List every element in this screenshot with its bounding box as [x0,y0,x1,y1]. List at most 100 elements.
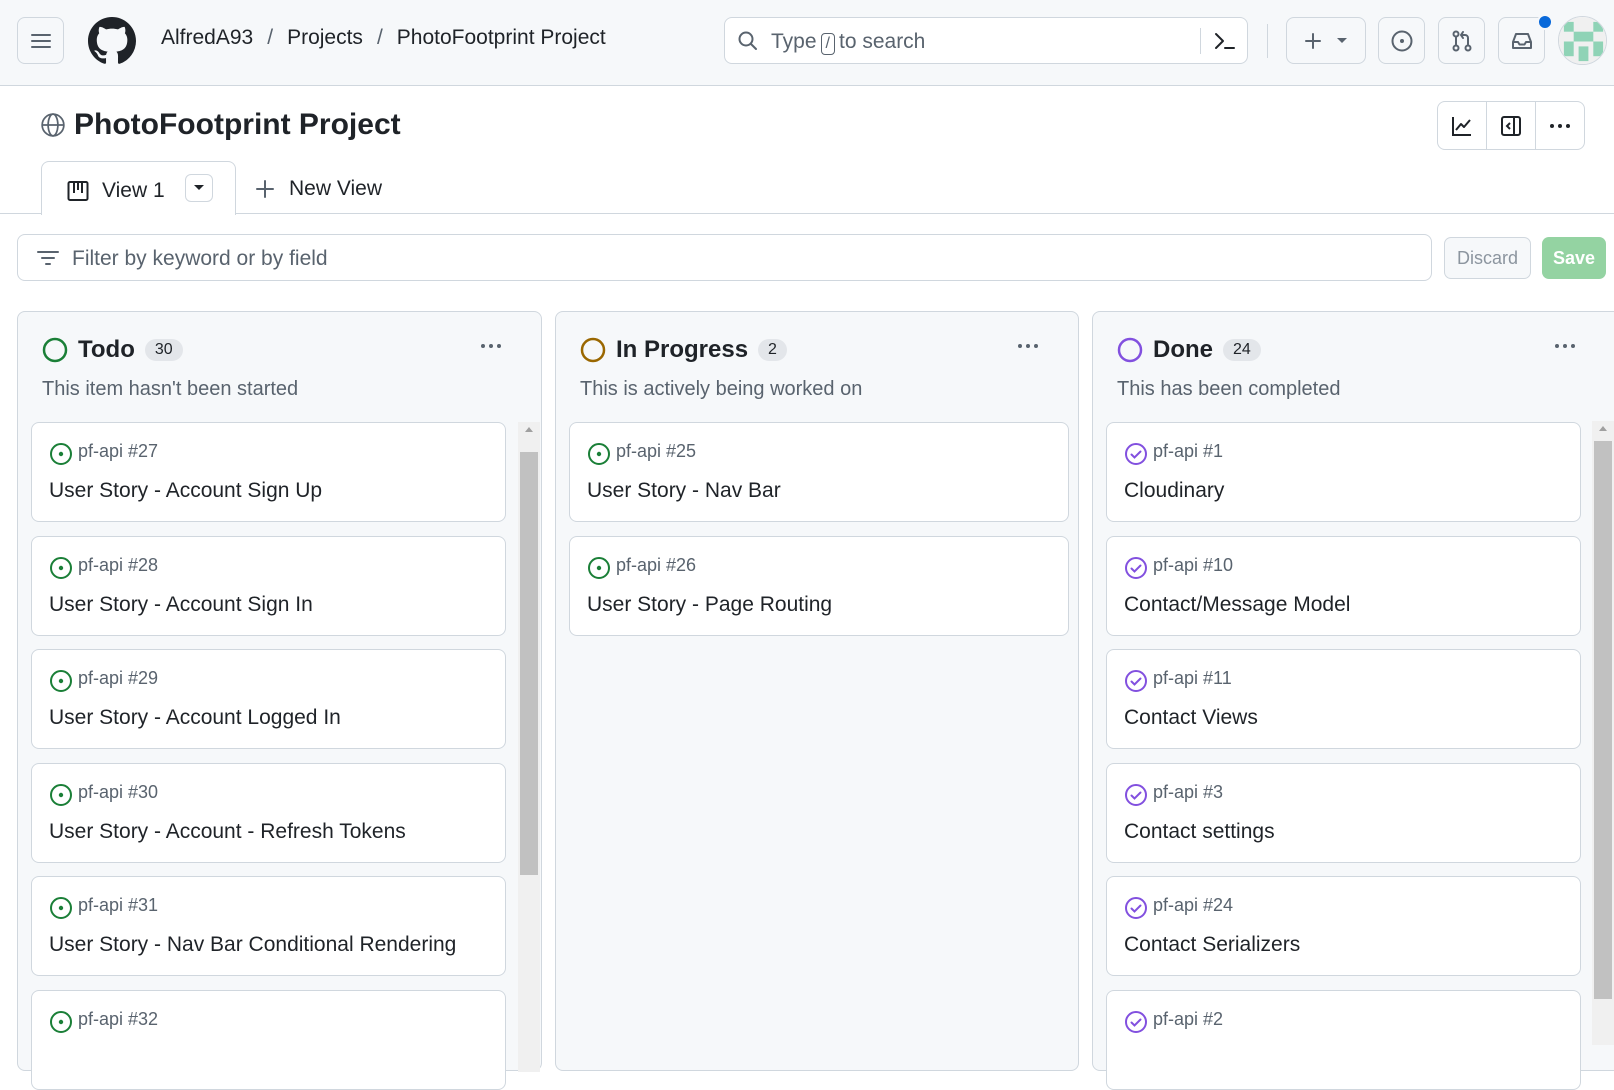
issue-card[interactable]: pf-api #31 User Story - Nav Bar Conditio… [31,876,506,976]
column-header: Done 24 [1117,336,1261,364]
column-more-options-button[interactable] [1011,332,1045,360]
column-scrollbar[interactable] [518,422,540,1072]
board-column-in-progress: In Progress 2 This is actively being wor… [555,311,1079,1071]
side-panel-button[interactable] [1487,102,1536,149]
issue-card[interactable]: pf-api #27 User Story - Account Sign Up [31,422,506,522]
column-more-options-button[interactable] [1548,332,1582,360]
issue-card[interactable]: pf-api #26 User Story - Page Routing [569,536,1069,636]
insights-button[interactable] [1438,102,1487,149]
issue-reference: pf-api #2 [1153,1009,1224,1029]
issue-reference: pf-api #30 [78,782,159,802]
issue-reference: pf-api #26 [616,555,697,575]
issue-card[interactable]: pf-api #1 Cloudinary [1106,422,1581,522]
issue-card[interactable]: pf-api #25 User Story - Nav Bar [569,422,1069,522]
issue-title[interactable]: User Story - Account Sign Up [49,479,322,503]
github-logo-icon[interactable] [88,17,136,65]
board-scrollbar[interactable] [1592,421,1614,1045]
column-count-badge: 30 [144,339,183,361]
scroll-up-arrow-icon[interactable] [1598,425,1608,432]
scrollbar-thumb[interactable] [1594,441,1612,999]
board-column-done: Done 24 This has been completed pf-api #… [1092,311,1614,1090]
caret-down-icon [1337,37,1347,43]
issue-reference: pf-api #32 [78,1009,159,1029]
column-more-options-button[interactable] [474,332,508,360]
issue-closed-icon [1125,670,1147,692]
kebab-icon [1555,344,1575,348]
issue-open-icon [50,443,72,465]
issue-open-icon [50,1011,72,1033]
view-options-dropdown[interactable] [185,174,213,202]
avatar[interactable] [1558,16,1607,65]
issue-title[interactable]: Contact/Message Model [1124,593,1350,617]
kebab-icon [481,344,501,348]
issue-opened-icon [1391,30,1412,51]
pull-requests-button[interactable] [1438,17,1485,64]
issue-card[interactable]: pf-api #28 User Story - Account Sign In [31,536,506,636]
issue-reference: pf-api #31 [78,895,159,915]
kebab-icon [1550,123,1570,128]
issue-reference: pf-api #29 [78,668,159,688]
issue-card[interactable]: pf-api #32 [31,990,506,1090]
issue-title[interactable]: User Story - Account Logged In [49,706,341,730]
issue-closed-icon [1125,443,1147,465]
issue-title[interactable]: User Story - Nav Bar Conditional Renderi… [49,933,456,957]
scroll-up-arrow-icon[interactable] [524,426,534,433]
breadcrumb-project-link[interactable]: PhotoFootprint Project [397,26,606,50]
issue-title[interactable]: User Story - Account - Refresh Tokens [49,820,406,844]
issues-button[interactable] [1378,17,1425,64]
project-header: PhotoFootprint Project [40,108,401,142]
new-view-button[interactable]: New View [255,177,382,201]
plus-icon [256,180,274,198]
breadcrumb-separator: / [376,26,383,49]
column-description: This item hasn't been started [42,378,299,400]
filter-input[interactable]: Filter by keyword or by field [17,234,1432,281]
issue-open-icon [50,670,72,692]
plus-icon [1305,32,1321,49]
board-view-icon [67,181,89,201]
menu-button[interactable] [17,17,64,64]
status-in-progress-icon [580,337,606,363]
breadcrumb-owner-link[interactable]: AlfredA93 [161,26,253,50]
issue-title[interactable]: Cloudinary [1124,479,1224,503]
top-navigation-bar: AlfredA93 / Projects / PhotoFootprint Pr… [0,0,1614,86]
issue-card[interactable]: pf-api #24 Contact Serializers [1106,876,1581,976]
page-title: PhotoFootprint Project [74,108,401,141]
column-count-badge: 2 [758,339,787,361]
save-button[interactable]: Save [1542,237,1606,279]
search-input[interactable]: Type / to search [724,17,1248,64]
issue-open-icon [50,784,72,806]
issue-title[interactable]: User Story - Account Sign In [49,593,313,617]
inbox-icon [1511,32,1532,49]
issue-title[interactable]: User Story - Page Routing [587,593,832,617]
discard-button[interactable]: Discard [1444,237,1531,279]
issue-card[interactable]: pf-api #2 [1106,990,1581,1090]
issue-card[interactable]: pf-api #11 Contact Views [1106,649,1581,749]
issue-title[interactable]: Contact Views [1124,706,1258,730]
column-header: In Progress 2 [580,336,787,364]
issue-title[interactable]: Contact settings [1124,820,1275,844]
search-shortcut-key: / [820,33,835,55]
issue-card[interactable]: pf-api #3 Contact settings [1106,763,1581,863]
issue-card[interactable]: pf-api #29 User Story - Account Logged I… [31,649,506,749]
issue-closed-icon [1125,897,1147,919]
breadcrumb-projects-link[interactable]: Projects [287,26,363,50]
project-more-options-button[interactable] [1536,102,1584,149]
column-description: This has been completed [1117,378,1341,400]
issue-title[interactable]: Contact Serializers [1124,933,1300,957]
create-new-button[interactable] [1286,17,1366,64]
issue-reference: pf-api #11 [1153,668,1232,688]
identicon-avatar-icon [1559,17,1606,64]
command-palette-icon[interactable] [1213,30,1237,52]
sidebar-expand-icon [1501,115,1521,136]
scrollbar-thumb[interactable] [520,452,538,875]
issue-title[interactable]: User Story - Nav Bar [587,479,781,503]
graph-icon [1452,116,1471,136]
search-placeholder: Type / to search [771,30,926,55]
issue-reference: pf-api #27 [78,441,159,461]
board-column-todo: Todo 30 This item hasn't been started pf… [17,311,542,1090]
issue-closed-icon [1125,1011,1147,1033]
status-todo-icon [42,337,68,363]
issue-card[interactable]: pf-api #30 User Story - Account - Refres… [31,763,506,863]
issue-card[interactable]: pf-api #10 Contact/Message Model [1106,536,1581,636]
tab-view-1[interactable]: View 1 [41,161,236,215]
